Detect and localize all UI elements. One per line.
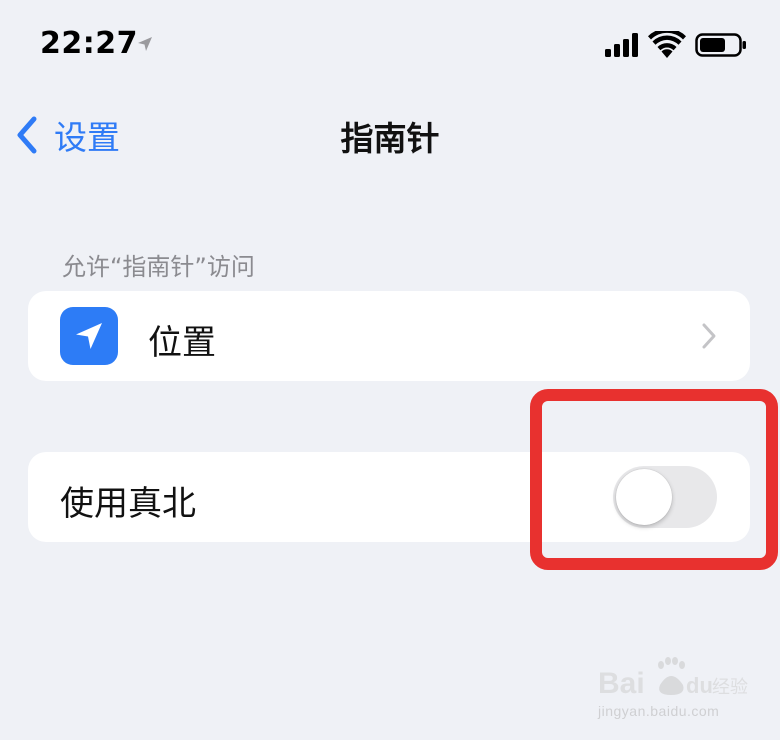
cellular-signal-icon [605,33,638,57]
location-arrow-icon [76,323,102,349]
svg-text:Bai: Bai [598,667,645,700]
baidu-logo: Bai du 经验 [598,657,748,700]
baidu-jingyan-watermark: Bai du 经验 jingyan.baidu.com [598,655,768,725]
wifi-icon [648,31,686,58]
svg-text:经验: 经验 [712,677,748,698]
true-north-row: 使用真北 [28,452,750,542]
section-header: 允许“指南针”访问 [62,253,255,281]
watermark-url: jingyan.baidu.com [598,703,720,719]
toggle-knob [616,469,672,525]
location-permission-row[interactable]: 位置 [28,291,750,381]
location-arrow-icon [138,37,152,51]
page-title: 指南针 [340,119,440,158]
battery-icon [695,33,746,57]
location-label: 位置 [148,323,216,363]
svg-text:du: du [686,673,713,698]
true-north-toggle[interactable] [613,466,717,528]
chevron-right-icon [702,323,716,349]
location-app-icon [60,307,118,365]
status-time: 22:27 [40,26,138,61]
true-north-label: 使用真北 [60,484,196,524]
